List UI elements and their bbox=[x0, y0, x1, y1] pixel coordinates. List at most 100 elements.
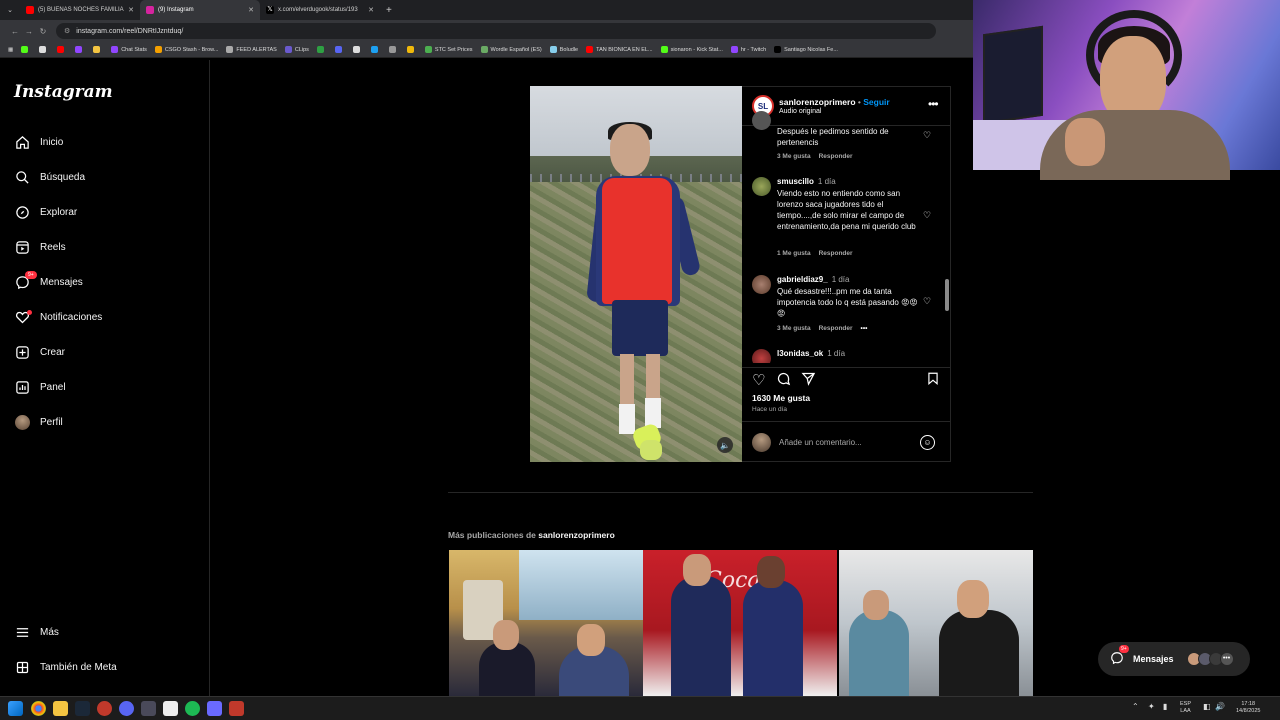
messages-button[interactable]: 9+ Mensajes ••• bbox=[1098, 642, 1250, 676]
language-indicator[interactable]: ESP LAA bbox=[1180, 701, 1191, 715]
reply-button[interactable]: Responder bbox=[819, 153, 853, 160]
bookmark-icon[interactable] bbox=[406, 46, 417, 53]
bookmark-icon[interactable] bbox=[334, 46, 345, 53]
bookmark-feed-alertas[interactable]: FEED ALERTAS bbox=[226, 46, 277, 53]
back-icon[interactable]: ← bbox=[8, 27, 22, 36]
bookmark-icon[interactable] bbox=[57, 46, 67, 53]
comment-username[interactable]: gabrieldiaz9_ bbox=[777, 275, 828, 284]
sidebar-item-inicio[interactable]: Inicio bbox=[14, 131, 63, 153]
bookmark-chat-stats[interactable]: Chat Stats bbox=[111, 46, 147, 53]
likes-count[interactable]: 1630 Me gusta bbox=[752, 393, 810, 403]
chrome-icon[interactable] bbox=[31, 701, 46, 716]
bookmark-icon[interactable] bbox=[352, 46, 363, 53]
bookmark-icon[interactable] bbox=[39, 46, 49, 53]
reload-icon[interactable]: ↻ bbox=[36, 27, 50, 36]
instagram-logo[interactable]: Instagram bbox=[14, 82, 113, 102]
close-icon[interactable]: ✕ bbox=[368, 6, 374, 14]
sidebar-item-panel[interactable]: Panel bbox=[14, 376, 66, 398]
bookmark-icon[interactable] bbox=[316, 46, 327, 53]
scroll-thumb[interactable] bbox=[945, 279, 949, 311]
windows-start-icon[interactable] bbox=[8, 701, 23, 716]
app-icon[interactable] bbox=[141, 701, 156, 716]
comment-likes[interactable]: 3 Me gusta bbox=[777, 325, 811, 332]
post-thumbnail[interactable]: Coca bbox=[643, 550, 837, 696]
sidebar-item-notificaciones[interactable]: Notificaciones bbox=[14, 306, 102, 328]
avatar[interactable] bbox=[752, 275, 771, 294]
comment-likes[interactable]: 3 Me gusta bbox=[777, 153, 811, 160]
file-explorer-icon[interactable] bbox=[53, 701, 68, 716]
heart-icon[interactable]: ♡ bbox=[923, 210, 933, 220]
bookmark-icon[interactable] bbox=[388, 46, 399, 53]
forward-icon[interactable]: → bbox=[22, 27, 36, 36]
post-thumbnail[interactable] bbox=[449, 550, 643, 696]
network-icon[interactable]: ◧ bbox=[1203, 703, 1211, 711]
bookmark-tan-bionica[interactable]: TAN BIONICA EN EL... bbox=[586, 46, 653, 53]
more-icon[interactable]: ••• bbox=[861, 325, 868, 332]
bookmark-kick-stats[interactable]: sionaron - Kick Stat... bbox=[660, 46, 723, 53]
more-options-icon[interactable]: ••• bbox=[928, 97, 939, 111]
discord-icon[interactable] bbox=[119, 701, 134, 716]
tray-app-icon[interactable]: ✦ bbox=[1148, 703, 1155, 711]
bookmark-icon[interactable] bbox=[93, 46, 103, 53]
tab-search-icon[interactable]: ⌄ bbox=[0, 6, 20, 14]
spotify-icon[interactable] bbox=[185, 701, 200, 716]
audio-link[interactable]: Audio original bbox=[779, 108, 821, 115]
comments-scrollbar[interactable] bbox=[945, 129, 949, 365]
sidebar-item-crear[interactable]: Crear bbox=[14, 341, 65, 363]
comment-icon[interactable] bbox=[776, 371, 791, 389]
close-icon[interactable]: ✕ bbox=[128, 6, 134, 14]
app-icon[interactable] bbox=[97, 701, 112, 716]
bookmark-icon[interactable] bbox=[75, 46, 85, 53]
comment-username[interactable]: l3onidas_ok bbox=[777, 349, 823, 358]
new-tab-button[interactable]: + bbox=[386, 5, 392, 16]
avatar[interactable] bbox=[752, 111, 771, 130]
sidebar-item-mensajes[interactable]: 9+ Mensajes bbox=[14, 270, 83, 293]
like-icon[interactable]: ♡ bbox=[752, 371, 765, 389]
volume-icon[interactable]: 🔊 bbox=[1215, 703, 1225, 711]
comment-input[interactable]: Añade un comentario... bbox=[779, 438, 862, 447]
bookmark-tiktok[interactable]: Santiago Nicolas Fe... bbox=[774, 46, 838, 53]
bookmark-clips[interactable]: CLips bbox=[284, 46, 309, 53]
url-input[interactable]: ⚙ instagram.com/reel/DNRtIJzntduq/ bbox=[56, 23, 936, 39]
sidebar-item-mas[interactable]: Más bbox=[14, 621, 59, 643]
steam-icon[interactable] bbox=[75, 701, 90, 716]
emoji-icon[interactable]: ☺ bbox=[920, 435, 935, 450]
apps-icon[interactable]: ▦ bbox=[8, 47, 13, 53]
sidebar-item-reels[interactable]: Reels bbox=[14, 236, 66, 258]
bookmark-stc-set-prices[interactable]: STC Set Prices bbox=[424, 46, 473, 53]
bookmark-boludle[interactable]: Boludle bbox=[549, 46, 578, 53]
bookmark-twitch[interactable]: hr - Twitch bbox=[730, 46, 766, 53]
heart-icon[interactable]: ♡ bbox=[923, 296, 933, 306]
sidebar-item-explorar[interactable]: Explorar bbox=[14, 201, 77, 223]
share-icon[interactable] bbox=[801, 371, 816, 390]
mute-icon[interactable]: 🔈 bbox=[717, 437, 733, 453]
follow-button[interactable]: Seguir bbox=[863, 97, 889, 107]
tab-instagram[interactable]: (9) Instagram ✕ bbox=[140, 0, 260, 20]
account-username[interactable]: sanlorenzoprimero bbox=[779, 97, 856, 107]
app-icon[interactable] bbox=[229, 701, 244, 716]
tab-youtube[interactable]: (5) BUENAS NOCHES FAMILIA ✕ bbox=[20, 0, 140, 20]
avatar[interactable] bbox=[752, 349, 771, 363]
heart-icon[interactable]: ♡ bbox=[923, 130, 933, 140]
bookmark-csgo-stash[interactable]: CSGO Stash - Brow... bbox=[154, 46, 218, 53]
tab-x[interactable]: 𝕏 x.com/elverdugook/status/193 ✕ bbox=[260, 0, 380, 20]
sidebar-item-perfil[interactable]: Perfil bbox=[14, 411, 63, 433]
bookmark-wordle[interactable]: Wordle Español (ES) bbox=[480, 46, 542, 53]
app-icon[interactable] bbox=[163, 701, 178, 716]
sidebar-item-busqueda[interactable]: Búsqueda bbox=[14, 166, 85, 188]
post-thumbnail[interactable] bbox=[839, 550, 1033, 696]
app-icon[interactable] bbox=[207, 701, 222, 716]
clock[interactable]: 17:18 14/8/2025 bbox=[1236, 701, 1260, 715]
comment-username[interactable]: smuscillo bbox=[777, 177, 814, 186]
sidebar-item-tambien-de-meta[interactable]: También de Meta bbox=[14, 656, 117, 678]
site-info-icon[interactable]: ⚙ bbox=[64, 27, 70, 35]
avatar[interactable] bbox=[752, 177, 771, 196]
close-icon[interactable]: ✕ bbox=[248, 6, 254, 14]
chevron-up-icon[interactable]: ⌃ bbox=[1132, 703, 1139, 711]
reply-button[interactable]: Responder bbox=[819, 325, 853, 332]
more-posts-username[interactable]: sanlorenzoprimero bbox=[538, 530, 615, 540]
save-icon[interactable] bbox=[926, 371, 940, 390]
comment-likes[interactable]: 1 Me gusta bbox=[777, 250, 811, 257]
bookmark-icon[interactable] bbox=[21, 46, 31, 53]
tray-app-icon[interactable]: ▮ bbox=[1163, 703, 1167, 711]
